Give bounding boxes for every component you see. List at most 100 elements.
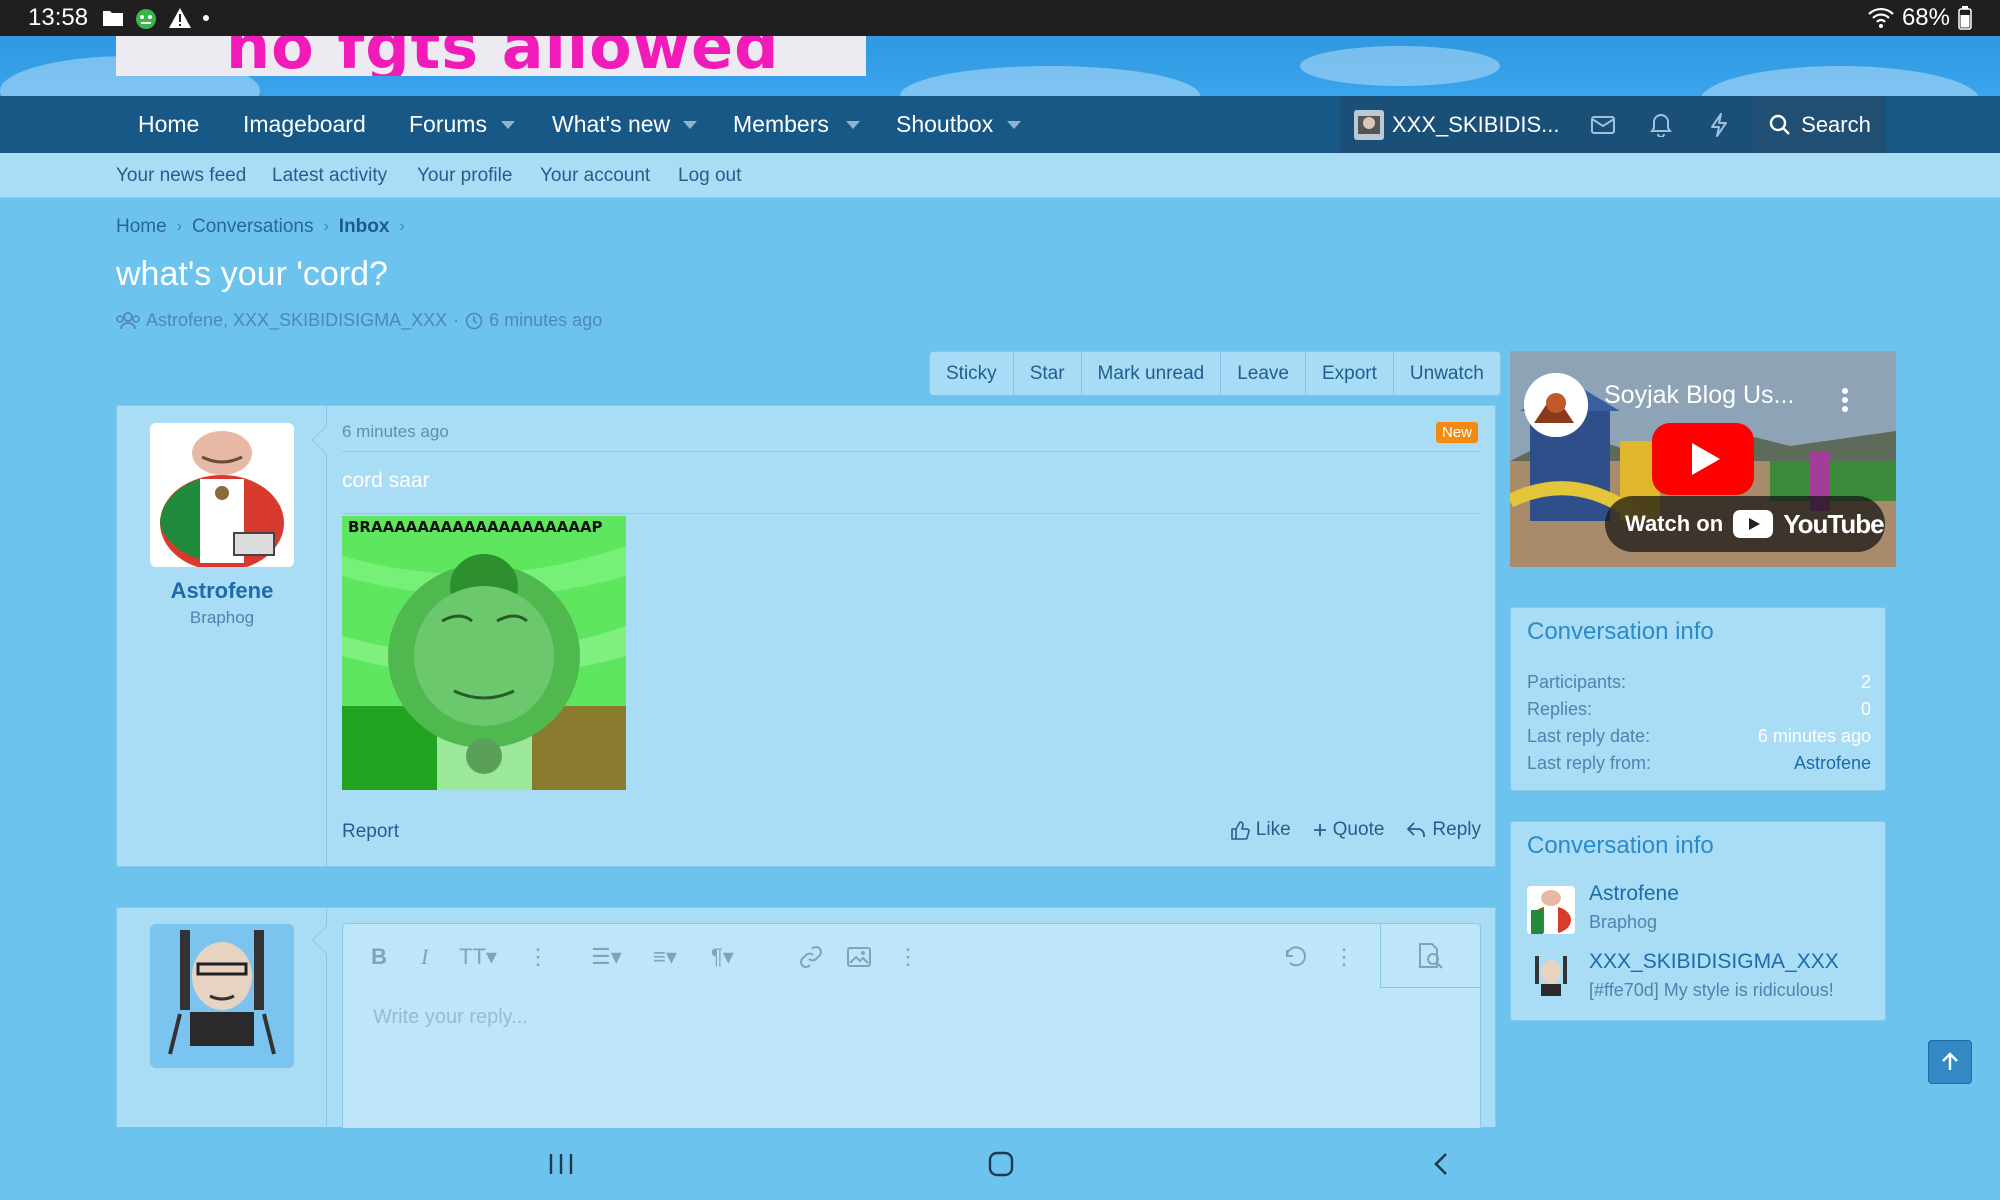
home-icon[interactable] [981, 1144, 1021, 1184]
mark-unread-button[interactable]: Mark unread [1082, 352, 1222, 395]
subnav-your-profile[interactable]: Your profile [417, 153, 512, 198]
paragraph-icon[interactable]: ¶▾ [711, 942, 734, 972]
info-label: Last reply from: [1527, 753, 1652, 773]
shoutbox-dropdown-icon[interactable] [999, 96, 1029, 153]
message-user-cell: Astrofene Braphog [117, 406, 327, 866]
leave-button[interactable]: Leave [1221, 352, 1306, 395]
nav-shoutbox[interactable]: Shoutbox [896, 96, 993, 153]
user-menu-button[interactable]: XXX_SKIBIDIS... [1340, 96, 1574, 153]
recent-apps-icon[interactable] [541, 1144, 581, 1184]
subnav-news-feed[interactable]: Your news feed [116, 153, 246, 198]
info-value: 6 minutes ago [1757, 726, 1871, 746]
message-author[interactable]: Astrofene [117, 578, 327, 604]
arrow-up-icon [1941, 1052, 1959, 1072]
status-time: 13:58 [28, 4, 89, 31]
participant-title: Braphog [1589, 912, 1658, 932]
more-vertical-icon[interactable]: ⋮ [527, 942, 549, 972]
quote-button[interactable]: Quote [1313, 819, 1384, 841]
avatar[interactable] [1527, 886, 1575, 934]
message-image[interactable]: BRAAAAAAAAAAAAAAAAAAAP [342, 516, 626, 790]
info-value: 2 [1860, 672, 1871, 692]
app-icon [134, 6, 158, 30]
youtube-embed[interactable]: Soyjak Blog Us... Watch on YouTube [1510, 351, 1896, 567]
star-button[interactable]: Star [1014, 352, 1082, 395]
back-icon[interactable] [1421, 1144, 1461, 1184]
avatar[interactable] [1527, 954, 1575, 1002]
nav-whats-new[interactable]: What's new [552, 96, 670, 153]
message-text: cord saar [342, 469, 430, 492]
message-time[interactable]: 6 minutes ago [342, 422, 449, 442]
nav-members[interactable]: Members [733, 96, 829, 153]
youtube-logo-icon [1733, 510, 1774, 538]
banner-text: no fgts allowed [226, 36, 780, 76]
more-vertical-icon[interactable] [1840, 387, 1850, 413]
plus-icon [1313, 823, 1327, 837]
envelope-icon[interactable] [1574, 96, 1632, 153]
android-nav-bar [0, 1128, 2000, 1200]
subnav-your-account[interactable]: Your account [540, 153, 650, 198]
nav-forums[interactable]: Forums [409, 96, 487, 153]
avatar[interactable] [150, 924, 294, 1068]
unwatch-button[interactable]: Unwatch [1394, 352, 1500, 395]
subnav-log-out[interactable]: Log out [678, 153, 741, 198]
info-value: 0 [1860, 699, 1871, 719]
thumbs-up-icon [1230, 820, 1250, 840]
participant-name[interactable]: Astrofene [1589, 882, 1679, 906]
chevron-right-icon: › [399, 218, 405, 235]
report-link[interactable]: Report [342, 821, 399, 843]
undo-icon[interactable] [1283, 942, 1307, 972]
reply-placeholder: Write your reply... [373, 1006, 528, 1028]
members-dropdown-icon[interactable] [838, 96, 868, 153]
whats-new-dropdown-icon[interactable] [675, 96, 705, 153]
bell-icon[interactable] [1632, 96, 1690, 153]
reply-button[interactable]: Reply [1406, 819, 1481, 841]
text-size-icon[interactable]: TT▾ [459, 942, 497, 972]
forums-dropdown-icon[interactable] [493, 96, 523, 153]
watch-on-youtube-button[interactable]: Watch on YouTube [1605, 496, 1885, 552]
list-icon[interactable]: ☰▾ [591, 942, 622, 972]
sticky-button[interactable]: Sticky [930, 352, 1014, 395]
breadcrumb-home[interactable]: Home [116, 216, 167, 238]
status-bar: 13:58 68% [0, 0, 2000, 36]
battery-level: 68% [1901, 4, 1950, 31]
breadcrumb-inbox[interactable]: Inbox [339, 216, 390, 238]
italic-icon[interactable]: I [421, 942, 428, 972]
reply-user-cell [117, 908, 327, 1128]
nav-home[interactable]: Home [138, 96, 199, 153]
align-icon[interactable]: ≡▾ [653, 942, 677, 972]
reply-editor[interactable]: B I TT▾ ⋮ ☰▾ ≡▾ ¶▾ ⋮ ⋮ Write your reply.… [342, 923, 1481, 1133]
channel-avatar[interactable] [1524, 373, 1588, 437]
conversation-meta: Astrofene, XXX_SKIBIDISIGMA_XXX · 6 minu… [116, 310, 602, 331]
video-title[interactable]: Soyjak Blog Us... [1604, 381, 1794, 410]
site-banner: no fgts allowed [0, 36, 2000, 96]
watch-on-label: Watch on [1625, 511, 1724, 536]
search-button[interactable]: Search [1754, 96, 1886, 153]
last-reply-from-link[interactable]: Astrofene [1794, 753, 1871, 774]
image-icon[interactable] [847, 942, 871, 972]
subnav-latest-activity[interactable]: Latest activity [272, 153, 387, 198]
participants-list[interactable]: Astrofene, XXX_SKIBIDISIGMA_XXX [146, 310, 447, 331]
more-vertical-icon[interactable]: ⋮ [1333, 942, 1355, 972]
message: Astrofene Braphog 6 minutes ago New cord… [116, 405, 1496, 867]
editor-toolbar: B I TT▾ ⋮ ☰▾ ≡▾ ¶▾ ⋮ ⋮ [343, 924, 1480, 988]
breadcrumb-conversations[interactable]: Conversations [192, 216, 313, 238]
quick-reply: B I TT▾ ⋮ ☰▾ ≡▾ ¶▾ ⋮ ⋮ Write your reply.… [116, 907, 1496, 1133]
avatar[interactable] [150, 423, 294, 567]
preview-icon[interactable] [1380, 924, 1480, 988]
banner-logo[interactable]: no fgts allowed [116, 36, 866, 76]
link-icon[interactable] [799, 942, 823, 972]
like-button[interactable]: Like [1230, 819, 1291, 841]
more-vertical-icon[interactable]: ⋮ [897, 942, 919, 972]
conversation-actions: Sticky Star Mark unread Leave Export Unw… [929, 351, 1501, 396]
bold-icon[interactable]: B [371, 942, 387, 972]
scroll-to-top-button[interactable] [1928, 1040, 1972, 1084]
users-icon [116, 311, 140, 330]
bolt-icon[interactable] [1690, 96, 1748, 153]
info-label: Last reply date: [1527, 726, 1651, 746]
nav-imageboard[interactable]: Imageboard [243, 96, 366, 153]
participants-title: Conversation info [1527, 832, 1714, 859]
participant-name[interactable]: XXX_SKIBIDISIGMA_XXX [1589, 950, 1839, 974]
export-button[interactable]: Export [1306, 352, 1394, 395]
user-nav: XXX_SKIBIDIS... Search [1340, 96, 1886, 153]
play-button-icon[interactable] [1652, 423, 1754, 495]
